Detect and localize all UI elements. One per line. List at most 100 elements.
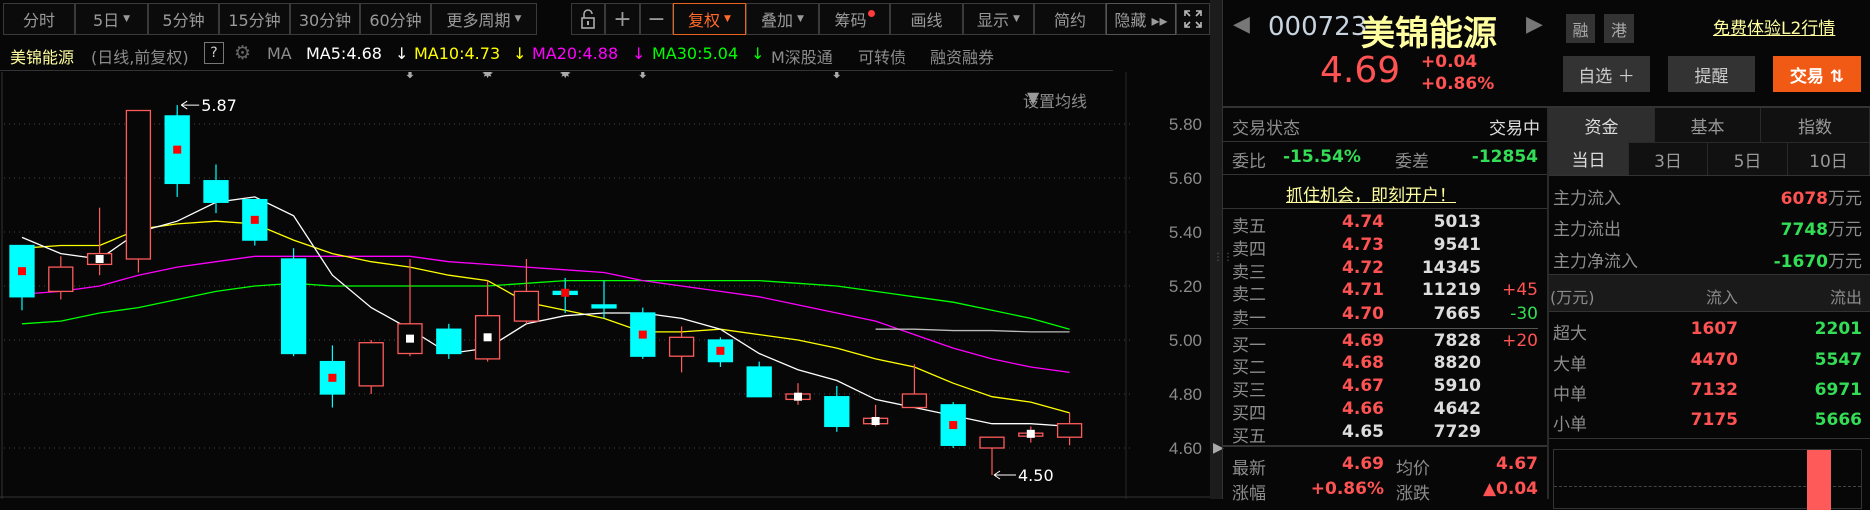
simple-mode-button[interactable]: 简约 bbox=[1034, 3, 1106, 35]
candle-marker bbox=[794, 392, 802, 401]
label: 画线 bbox=[910, 11, 943, 30]
book-volume: 11219 bbox=[1421, 280, 1481, 300]
unlock-icon bbox=[581, 9, 595, 29]
net-inflow-value: -1670 bbox=[1773, 252, 1828, 272]
label: 复权 bbox=[688, 11, 721, 30]
tab-5day[interactable]: 5日 bbox=[1708, 142, 1788, 175]
unit: 万元 bbox=[1828, 252, 1862, 272]
bid-ratio-value: -15.54% bbox=[1283, 147, 1361, 167]
flow-out-value: 5666 bbox=[1814, 410, 1862, 430]
link-convertible[interactable]: 可转债 bbox=[858, 44, 906, 68]
ma20-value: MA20:4.88 bbox=[532, 44, 619, 63]
y-tick-label: 4.60 bbox=[1169, 439, 1202, 458]
draw-line-button[interactable]: 画线 bbox=[890, 3, 963, 35]
candle-marker bbox=[250, 215, 259, 224]
lock-button[interactable] bbox=[571, 3, 605, 35]
label: 30分钟 bbox=[298, 11, 352, 30]
tab-5min[interactable]: 5分钟 bbox=[148, 3, 219, 35]
event-marker-icon: ✸ bbox=[482, 72, 494, 82]
notification-dot bbox=[867, 9, 875, 17]
prev-stock-arrow-icon[interactable]: ◀ bbox=[1233, 12, 1250, 37]
next-stock-arrow-icon[interactable]: ▶ bbox=[1526, 12, 1543, 37]
display-dropdown[interactable]: 显示 ▼ bbox=[963, 3, 1034, 35]
tab-5day[interactable]: 5日 ▼ bbox=[75, 3, 148, 35]
candle-up bbox=[358, 342, 384, 387]
candle-up bbox=[1056, 423, 1083, 438]
low-arrow-icon bbox=[993, 470, 1016, 480]
event-marker-icon: ⬍ bbox=[404, 72, 416, 82]
avg-value: 4.67 bbox=[1496, 454, 1538, 474]
tab-today[interactable]: 当日 bbox=[1549, 142, 1629, 175]
low-price-label: 4.50 bbox=[1018, 466, 1054, 485]
flow-in-value: 7175 bbox=[1690, 410, 1738, 430]
adjust-dropdown[interactable]: 复权 ▼ bbox=[673, 3, 746, 35]
flow-row-label: 中单 bbox=[1553, 385, 1587, 405]
book-delta: +45 bbox=[1502, 280, 1538, 300]
event-marker-icon: ⬍ bbox=[637, 72, 649, 82]
book-level-label: 卖一 bbox=[1232, 309, 1266, 329]
minus-icon: − bbox=[647, 6, 666, 32]
candle-up bbox=[125, 109, 152, 260]
fullscreen-button[interactable] bbox=[1176, 3, 1210, 35]
candle-marker bbox=[638, 330, 647, 339]
avg-label: 均价 bbox=[1396, 459, 1430, 479]
tab-10day[interactable]: 10日 bbox=[1788, 142, 1870, 175]
book-price: 4.66 bbox=[1342, 399, 1384, 419]
label: 分时 bbox=[22, 11, 55, 30]
main-inflow-value: 6078 bbox=[1780, 189, 1828, 209]
book-volume: 14345 bbox=[1421, 258, 1481, 278]
gear-icon[interactable]: ⚙ bbox=[234, 42, 251, 64]
trade-status-value: 交易中 bbox=[1489, 119, 1540, 139]
chg-label: 涨跌 bbox=[1396, 484, 1430, 504]
event-marker-icon: ✸ bbox=[559, 72, 571, 82]
overlay-dropdown[interactable]: 叠加 ▼ bbox=[746, 3, 819, 35]
help-button[interactable]: ? bbox=[204, 42, 224, 64]
link-sz-connect[interactable]: M深股通 bbox=[771, 44, 833, 68]
label: 15分钟 bbox=[228, 11, 281, 30]
hk-connect-tag: 港 bbox=[1604, 14, 1634, 43]
panel-splitter[interactable] bbox=[1210, 0, 1222, 499]
price-change-pct: +0.86% bbox=[1421, 74, 1495, 94]
arrow-down-icon: ↓ bbox=[395, 44, 409, 63]
zoom-in-button[interactable]: + bbox=[605, 3, 640, 35]
zoom-out-button[interactable]: − bbox=[640, 3, 673, 35]
book-price: 4.69 bbox=[1342, 331, 1384, 351]
kline-chart[interactable]: 5.80 5.60 5.40 5.20 5.00 4.80 4.60 ⬍ ✸ ✸ ⬍ ⬍ 5.87 4.5… bbox=[0, 72, 1210, 499]
tab-intraday[interactable]: 分时 bbox=[3, 3, 75, 35]
book-level-label: 买四 bbox=[1232, 404, 1266, 424]
tab-funds[interactable]: 资金 bbox=[1549, 108, 1655, 142]
label: 隐藏 ▸▸ bbox=[1114, 11, 1168, 30]
chips-button[interactable]: 筹码 bbox=[819, 3, 890, 35]
ma5-line bbox=[21, 196, 1070, 428]
alert-button[interactable]: 提醒 bbox=[1668, 56, 1755, 92]
more-periods-dropdown[interactable]: 更多周期 ▼ bbox=[431, 3, 537, 35]
add-watchlist-button[interactable]: 自选 ＋ bbox=[1563, 56, 1650, 92]
book-price: 4.70 bbox=[1342, 304, 1384, 324]
main-outflow-value: 7748 bbox=[1780, 220, 1828, 240]
link-margin[interactable]: 融资融券 bbox=[930, 44, 994, 68]
flow-row-label: 大单 bbox=[1553, 355, 1587, 375]
divider bbox=[1232, 328, 1538, 329]
tab-30min[interactable]: 30分钟 bbox=[290, 3, 360, 35]
tab-basic[interactable]: 基本 bbox=[1655, 108, 1761, 142]
stock-code: 000723 bbox=[1268, 12, 1368, 42]
tab-60min[interactable]: 60分钟 bbox=[360, 3, 431, 35]
divider bbox=[1549, 175, 1870, 176]
divider bbox=[1223, 174, 1547, 175]
open-account-link[interactable]: 抓住机会，即刻开户！ bbox=[1286, 181, 1456, 206]
book-price: 4.74 bbox=[1342, 212, 1384, 232]
l2-trial-link[interactable]: 免费体验L2行情 bbox=[1713, 14, 1835, 39]
last-value: 4.69 bbox=[1342, 454, 1384, 474]
tab-3day[interactable]: 3日 bbox=[1629, 142, 1708, 175]
tab-index[interactable]: 指数 bbox=[1761, 108, 1870, 142]
tab-15min[interactable]: 15分钟 bbox=[219, 3, 290, 35]
y-tick-label: 5.60 bbox=[1169, 169, 1202, 188]
unit: 万元 bbox=[1828, 220, 1862, 240]
candle-down bbox=[746, 366, 772, 398]
hide-button[interactable]: 隐藏 ▸▸ bbox=[1106, 3, 1176, 35]
trade-button[interactable]: 交易 ⇅ bbox=[1773, 56, 1861, 92]
book-volume: 7828 bbox=[1433, 331, 1481, 351]
arrow-down-icon: ↓ bbox=[632, 44, 646, 63]
y-tick-label: 4.80 bbox=[1169, 385, 1202, 404]
event-marker-icon: ⬍ bbox=[831, 72, 843, 82]
